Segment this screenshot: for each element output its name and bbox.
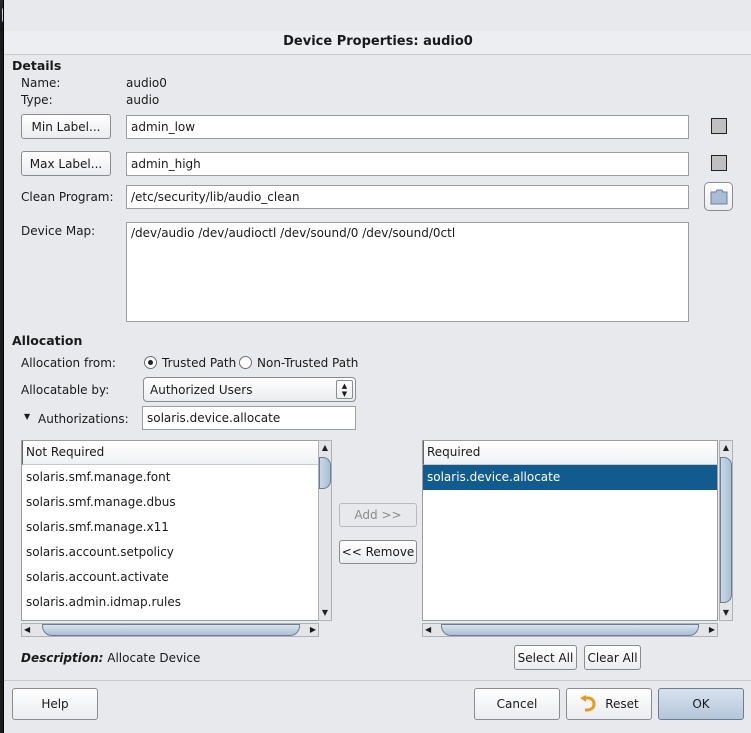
name-value: audio0 — [126, 76, 167, 90]
help-button[interactable]: Help — [12, 688, 98, 720]
required-header[interactable]: Required — [423, 441, 717, 465]
ok-button[interactable]: OK — [658, 688, 744, 720]
not-required-header[interactable]: Not Required — [22, 441, 318, 465]
allocation-from-label: Allocation from: — [21, 356, 116, 370]
clear-all-button[interactable]: Clear All — [584, 645, 641, 670]
min-label-color-swatch[interactable] — [711, 118, 727, 134]
expand-triangle-icon[interactable]: ▼ — [24, 412, 30, 421]
min-label-field[interactable]: admin_low — [126, 115, 689, 139]
hscroll-thumb[interactable] — [42, 624, 300, 636]
scroll-down-icon[interactable]: ▼ — [720, 606, 732, 620]
description-label: Description: — [21, 651, 104, 665]
non-trusted-path-radio[interactable] — [239, 356, 252, 369]
reset-button[interactable]: Reset — [566, 688, 652, 720]
not-required-item[interactable]: solaris.account.setpolicy — [22, 540, 318, 565]
not-required-item[interactable]: solaris.account.activate — [22, 565, 318, 590]
dialog-body: Device Properties: audio0 Details Name: … — [3, 0, 751, 733]
scroll-up-icon[interactable]: ▲ — [319, 441, 331, 455]
select-all-button[interactable]: Select All — [514, 645, 577, 670]
not-required-item[interactable]: solaris.smf.manage.x11 — [22, 515, 318, 540]
clean-program-label: Clean Program: — [21, 190, 114, 204]
add-button[interactable]: Add >> — [339, 503, 417, 527]
not-required-item[interactable]: solaris.admin.idmap.rules — [22, 590, 318, 615]
scroll-down-icon[interactable]: ▼ — [319, 606, 331, 620]
remove-button[interactable]: << Remove — [339, 540, 417, 564]
scroll-right-icon[interactable]: ▶ — [310, 624, 316, 636]
type-value: audio — [126, 93, 160, 107]
required-vscroll[interactable]: ▲ ▼ — [719, 440, 733, 621]
undo-icon — [580, 695, 596, 712]
not-required-list[interactable]: Not Required solaris.smf.manage.font sola… — [21, 440, 319, 621]
allocatable-by-select[interactable]: Authorized Users ▲ ▼ — [143, 377, 356, 402]
not-required-vscroll[interactable]: ▲ ▼ — [318, 440, 332, 621]
scroll-left-icon[interactable]: ◀ — [24, 624, 30, 636]
footer-divider — [4, 680, 751, 681]
not-required-item[interactable]: solaris.smf.manage.font — [22, 465, 318, 490]
max-label-field[interactable]: admin_high — [126, 152, 689, 176]
scroll-up-icon[interactable]: ▲ — [720, 441, 732, 455]
folder-icon — [710, 189, 727, 204]
description: Description: Allocate Device — [21, 651, 200, 665]
required-item[interactable]: solaris.device.allocate — [423, 465, 717, 490]
trusted-path-label[interactable]: Trusted Path — [162, 356, 236, 370]
min-label-button[interactable]: Min Label... — [21, 114, 111, 139]
details-section-title: Details — [12, 58, 62, 73]
scroll-thumb[interactable] — [319, 457, 331, 489]
scroll-right-icon[interactable]: ▶ — [709, 624, 715, 636]
device-map-textarea[interactable]: /dev/audio /dev/audioctl /dev/sound/0 /d… — [126, 222, 689, 322]
type-label: Type: — [21, 93, 53, 107]
allocation-section-title: Allocation — [12, 333, 83, 348]
reset-label: Reset — [605, 697, 639, 711]
authorizations-field[interactable]: solaris.device.allocate — [142, 406, 356, 430]
allocatable-by-label: Allocatable by: — [21, 383, 110, 397]
spinner-arrows-icon: ▲ ▼ — [336, 380, 353, 399]
description-value: Allocate Device — [107, 651, 201, 665]
clean-program-field[interactable]: /etc/security/lib/audio_clean — [126, 185, 689, 209]
hscroll-thumb[interactable] — [441, 624, 699, 636]
authorizations-label: Authorizations: — [38, 412, 129, 426]
required-list[interactable]: Required solaris.device.allocate — [422, 440, 718, 621]
not-required-hscroll[interactable]: ◀ ▶ — [21, 623, 319, 637]
max-label-button[interactable]: Max Label... — [21, 151, 111, 176]
page-title: Device Properties: audio0 — [4, 31, 751, 55]
cancel-button[interactable]: Cancel — [474, 688, 560, 720]
non-trusted-path-label[interactable]: Non-Trusted Path — [257, 356, 358, 370]
trusted-path-radio[interactable] — [144, 356, 157, 369]
browse-folder-button[interactable] — [704, 182, 733, 211]
name-label: Name: — [21, 76, 61, 90]
max-label-color-swatch[interactable] — [711, 155, 727, 171]
scroll-thumb[interactable] — [720, 457, 732, 603]
allocatable-by-value: Authorized Users — [150, 382, 253, 397]
device-map-label: Device Map: — [21, 224, 96, 238]
scroll-left-icon[interactable]: ◀ — [425, 624, 431, 636]
not-required-item[interactable]: solaris.smf.manage.dbus — [22, 490, 318, 515]
required-hscroll[interactable]: ◀ ▶ — [422, 623, 718, 637]
